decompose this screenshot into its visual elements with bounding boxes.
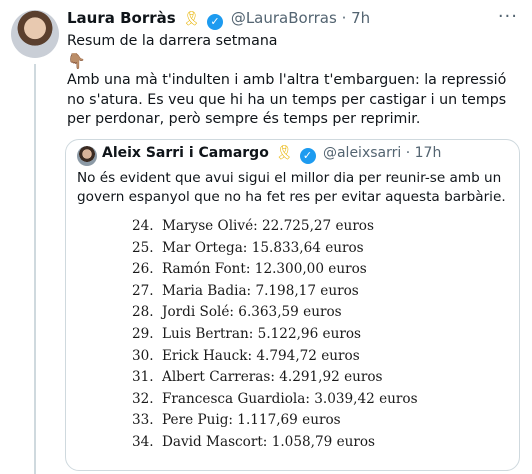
list-item: 29. Luis Bertran: 5.122,96 euros bbox=[132, 324, 462, 346]
quoted-author-avatar bbox=[77, 146, 97, 166]
list-text: Francesca Guardiola: 3.039,42 euros bbox=[162, 390, 418, 407]
quoted-image-list: 24. Maryse Olivé: 22.725,27 euros 25. Mar … bbox=[132, 216, 462, 454]
author-avatar[interactable] bbox=[11, 10, 59, 58]
list-item: 33. Pere Puig: 1.117,69 euros bbox=[132, 410, 462, 432]
separator-dot: · bbox=[341, 9, 347, 27]
pointing-down-emoji: 👇🏽 bbox=[67, 51, 86, 70]
tweet-time[interactable]: 7h bbox=[351, 9, 370, 27]
tweet-paragraph: Amb una mà t'indulten i amb l'altra t'em… bbox=[67, 72, 507, 127]
quoted-author-name: Aleix Sarri i Camargo bbox=[102, 145, 269, 161]
quoted-tweet-header: Aleix Sarri i Camargo 🎗 ✓ @aleixsarri · … bbox=[102, 145, 441, 164]
list-item: 34. David Mascort: 1.058,79 euros bbox=[132, 432, 462, 454]
list-text: Erick Hauck: 4.794,72 euros bbox=[162, 347, 360, 364]
quoted-tweet-text: No és evident que avui sigui el millor d… bbox=[77, 170, 506, 205]
list-number: 29. bbox=[132, 325, 154, 342]
list-number: 32. bbox=[132, 390, 154, 407]
list-number: 24. bbox=[132, 218, 154, 234]
list-text: Jordi Solé: 6.363,59 euros bbox=[162, 304, 342, 321]
list-text: Ramón Font: 12.300,00 euros bbox=[162, 261, 367, 278]
yellow-ribbon-icon: 🎗 bbox=[275, 145, 294, 161]
thread-line bbox=[34, 64, 36, 474]
list-number: 28. bbox=[132, 304, 154, 321]
tweet-line-1: Resum de la darrera setmana bbox=[67, 33, 278, 49]
list-item: 26. Ramón Font: 12.300,00 euros bbox=[132, 259, 462, 281]
list-text: Maria Badia: 7.198,17 euros bbox=[162, 282, 359, 299]
list-item: 28. Jordi Solé: 6.363,59 euros bbox=[132, 302, 462, 324]
list-text: Mar Ortega: 15.833,64 euros bbox=[162, 239, 364, 256]
tweet-text: Resum de la darrera setmana 👇🏽 Amb una m… bbox=[67, 32, 519, 130]
quoted-tweet-time: 17h bbox=[414, 145, 442, 161]
list-text: David Mascort: 1.058,79 euros bbox=[162, 433, 376, 450]
list-text: Luis Bertran: 5.122,96 euros bbox=[162, 325, 361, 342]
list-number: 25. bbox=[132, 239, 154, 256]
list-number: 27. bbox=[132, 282, 154, 299]
list-number: 30. bbox=[132, 347, 154, 364]
list-text: Albert Carreras: 4.291,92 euros bbox=[162, 369, 383, 386]
yellow-ribbon-icon: 🎗 bbox=[182, 11, 201, 27]
list-item: 32. Francesca Guardiola: 3.039,42 euros bbox=[132, 389, 462, 411]
list-text: Pere Puig: 1.117,69 euros bbox=[162, 412, 341, 429]
verified-badge-icon: ✓ bbox=[299, 148, 316, 164]
tweet-header: Laura Borràs 🎗 ✓ @LauraBorras · 7h bbox=[67, 9, 370, 30]
list-item: 24. Maryse Olivé: 22.725,27 euros bbox=[132, 216, 462, 238]
list-item: 25. Mar Ortega: 15.833,64 euros bbox=[132, 238, 462, 260]
list-number: 26. bbox=[132, 261, 154, 278]
list-item: 27. Maria Badia: 7.198,17 euros bbox=[132, 281, 462, 303]
list-number: 31. bbox=[132, 369, 154, 386]
list-number: 34. bbox=[132, 433, 154, 450]
verified-badge-icon: ✓ bbox=[207, 14, 224, 30]
more-options-icon[interactable]: ··· bbox=[498, 6, 518, 27]
list-text: Maryse Olivé: 22.725,27 euros bbox=[162, 218, 374, 234]
list-item: 31. Albert Carreras: 4.291,92 euros bbox=[132, 367, 462, 389]
author-name[interactable]: Laura Borràs bbox=[67, 9, 176, 27]
quoted-author-handle: @aleixsarri bbox=[322, 145, 402, 161]
list-number: 33. bbox=[132, 412, 154, 429]
separator-dot: · bbox=[405, 145, 411, 161]
quoted-tweet[interactable]: Aleix Sarri i Camargo 🎗 ✓ @aleixsarri · … bbox=[65, 139, 520, 471]
author-handle[interactable]: @LauraBorras bbox=[231, 9, 337, 27]
list-item: 30. Erick Hauck: 4.794,72 euros bbox=[132, 346, 462, 368]
